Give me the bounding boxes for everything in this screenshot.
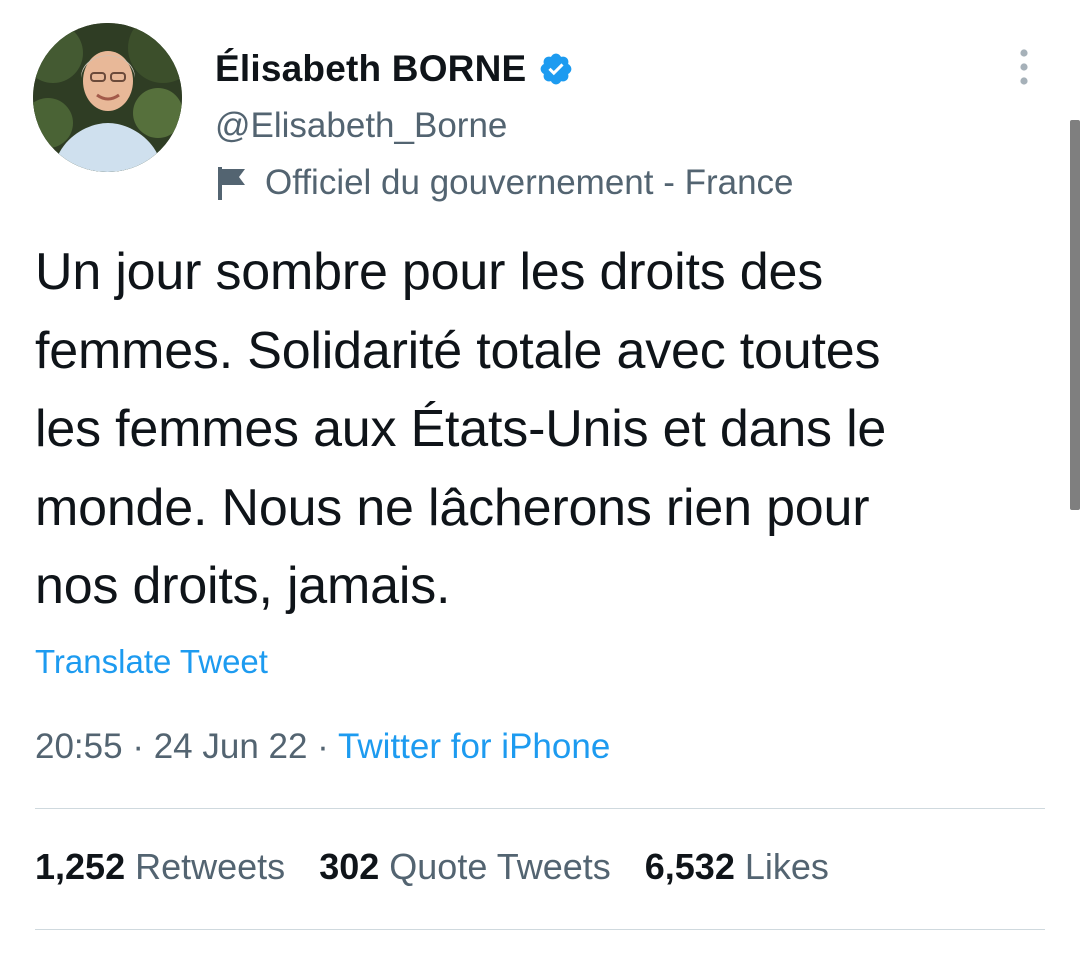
name-row: Élisabeth BORNE	[215, 44, 574, 94]
tweet-date[interactable]: 24 Jun 22	[154, 727, 308, 766]
quote-tweets-label: Quote Tweets	[389, 846, 611, 887]
tweet-text-line: monde. Nous ne lâcherons rien pour	[35, 478, 870, 537]
more-vertical-icon[interactable]	[1009, 46, 1039, 90]
tweet-text-line: nos droits, jamais.	[35, 557, 451, 615]
translate-tweet-link[interactable]: Translate Tweet	[35, 643, 268, 681]
quote-tweets-count: 302	[319, 846, 380, 887]
display-name[interactable]: Élisabeth BORNE	[215, 48, 526, 90]
divider	[35, 808, 1045, 809]
likes-count: 6,532	[644, 846, 735, 887]
tweet-meta: 20:55 · 24 Jun 22 · Twitter for iPhone	[35, 727, 610, 767]
divider	[35, 929, 1045, 930]
tweet-detail: Élisabeth BORNE @Elisabeth_Borne Officie…	[0, 0, 1080, 963]
meta-separator: ·	[122, 727, 154, 766]
user-handle[interactable]: @Elisabeth_Borne	[215, 106, 507, 146]
retweets-label: Retweets	[135, 846, 286, 887]
avatar-image	[33, 23, 182, 172]
tweet-text: Un jour sombre pour les droits des femme…	[35, 233, 1045, 626]
likes-label: Likes	[744, 846, 829, 887]
tweet-time[interactable]: 20:55	[35, 727, 123, 766]
government-flag-icon	[215, 164, 249, 202]
tweet-text-line: les femmes aux États-Unis et dans le	[35, 400, 887, 458]
retweets-stat[interactable]: 1,252 Retweets	[35, 846, 285, 888]
tweet-text-line: Un jour sombre pour les droits des	[35, 243, 824, 301]
retweets-count: 1,252	[35, 846, 126, 887]
likes-stat[interactable]: 6,532 Likes	[645, 846, 829, 888]
tweet-text-line: femmes. Solidarité totale avec toutes	[35, 321, 881, 380]
avatar[interactable]	[33, 23, 182, 172]
tweet-source-link[interactable]: Twitter for iPhone	[338, 727, 610, 766]
verified-badge-icon	[538, 51, 574, 87]
quote-tweets-stat[interactable]: 302 Quote Tweets	[319, 846, 611, 888]
engagement-stats: 1,252 Retweets 302 Quote Tweets 6,532 Li…	[35, 846, 863, 888]
affiliation-label: Officiel du gouvernement - France	[265, 163, 794, 202]
meta-separator: ·	[307, 727, 338, 766]
scrollbar[interactable]	[1070, 120, 1080, 510]
affiliation-row: Officiel du gouvernement - France	[215, 160, 794, 206]
